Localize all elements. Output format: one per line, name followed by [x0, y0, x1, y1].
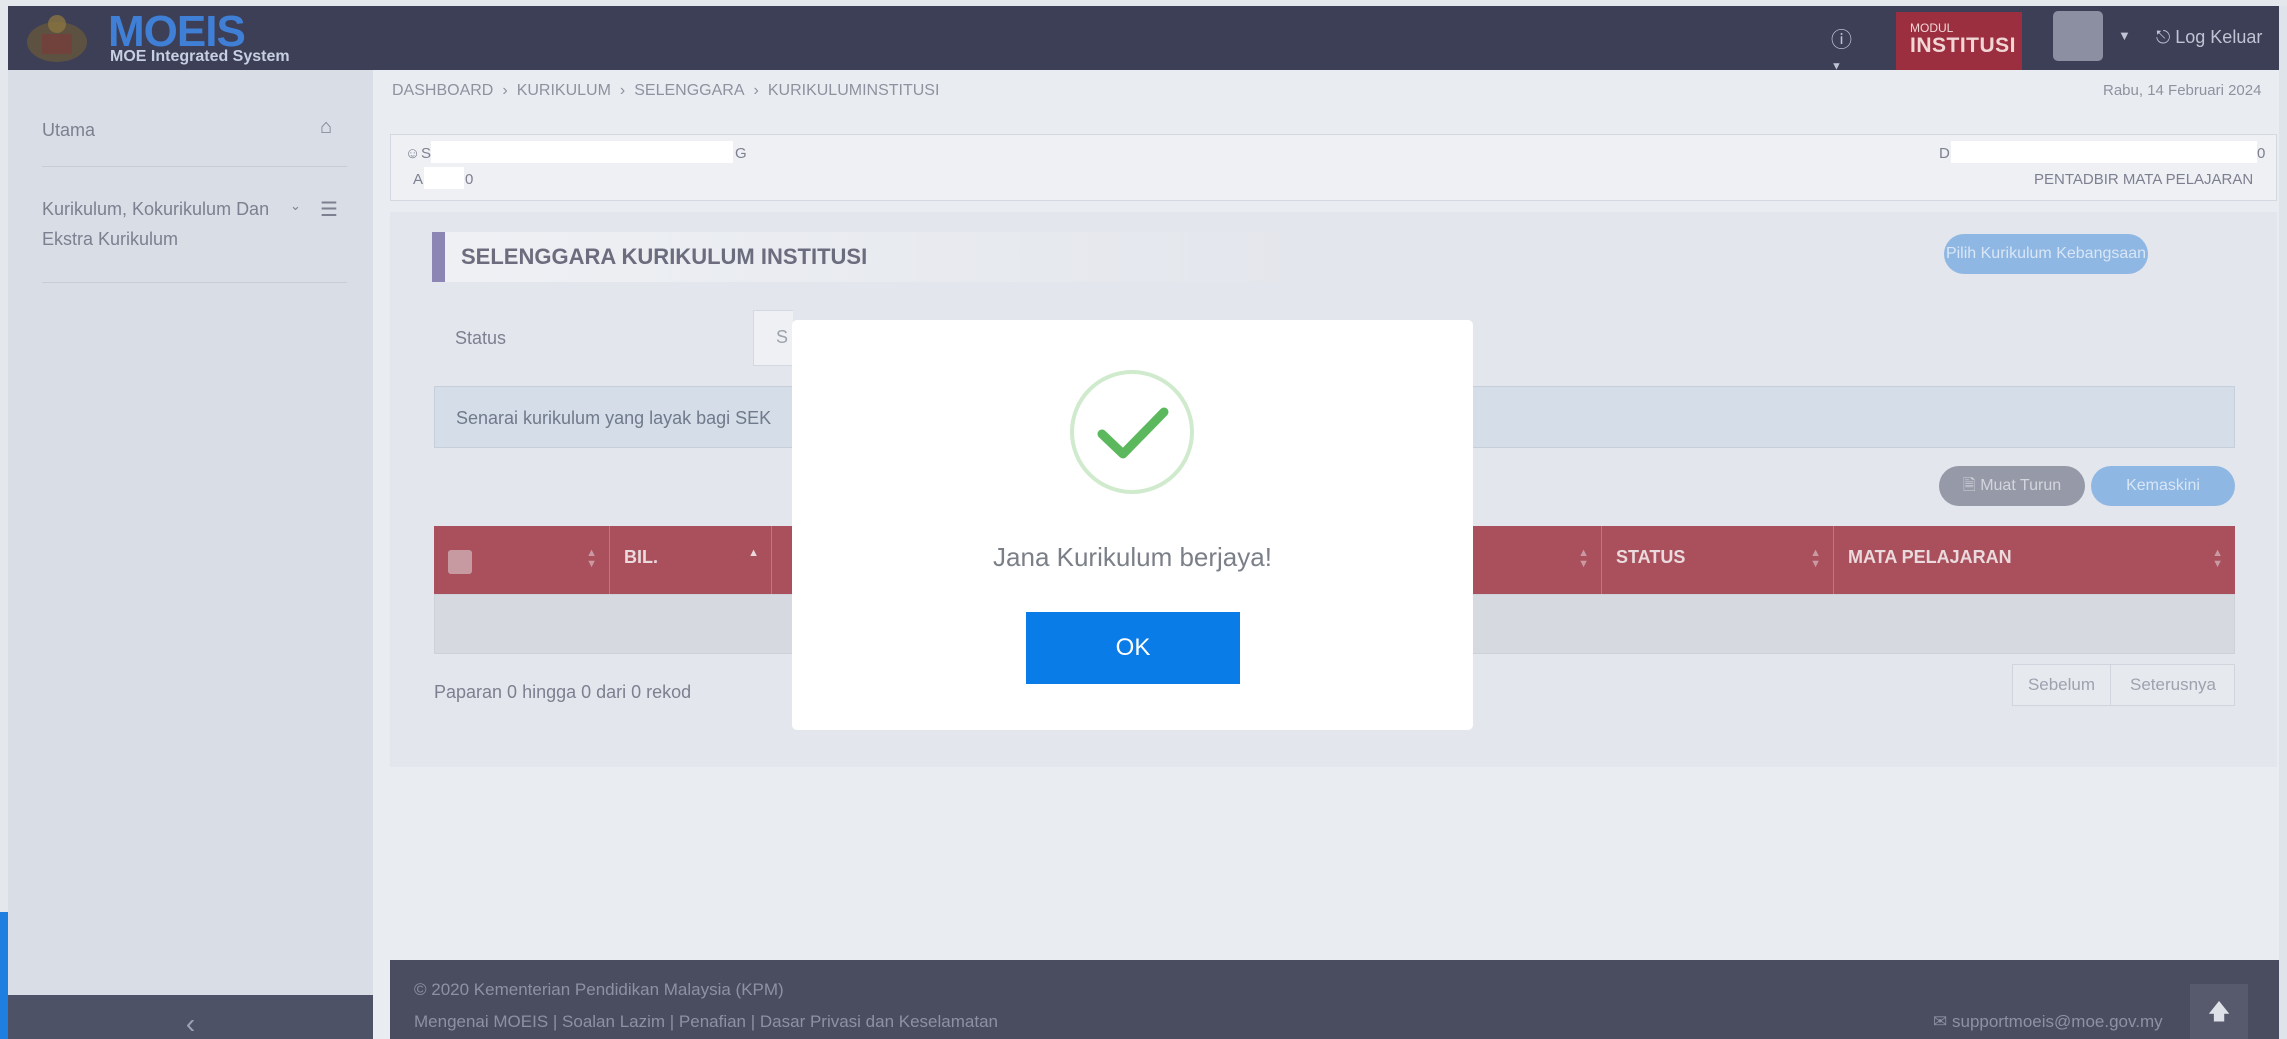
breadcrumb-separator-icon: ›: [619, 82, 626, 99]
chevron-down-icon: ▼: [1831, 60, 1842, 73]
question-circle-icon: ⓘ: [1831, 29, 1852, 52]
sidebar: Utama ⌂ Kurikulum, Kokurikulum Dan Ekstr…: [8, 70, 373, 1039]
sidebar-item-label: Utama: [42, 120, 96, 140]
modul-name: INSTITUSI: [1910, 34, 2017, 57]
sidebar-item-label-line2: Ekstra Kurikulum: [42, 229, 179, 249]
sort-asc-icon: ▲: [748, 547, 759, 559]
success-dialog: Jana Kurikulum berjaya! OK: [792, 320, 1473, 730]
envelope-icon: ✉: [1933, 1012, 1948, 1031]
file-download-icon: 🗎: [1962, 477, 1976, 494]
chevron-down-icon[interactable]: ▼: [2118, 28, 2131, 43]
muat-turun-label: Muat Turun: [1980, 477, 2062, 494]
kemaskini-button[interactable]: Kemaskini: [2091, 466, 2235, 506]
pagination: Sebelum Seterusnya: [2012, 664, 2235, 706]
column-header-label: STATUS: [1616, 547, 1686, 567]
column-header-status[interactable]: STATUS ▲ ▼: [1602, 526, 1834, 594]
pagination-next[interactable]: Seterusnya: [2111, 665, 2235, 705]
arrow-up-icon: 🡅: [2207, 999, 2231, 1024]
redacted-user-id: [424, 167, 464, 189]
user-info-box: ☺ S G A 0 D 0 PENTADBIR MATA PELAJARAN: [390, 134, 2277, 201]
sort-icon: ▲ ▼: [2212, 547, 2223, 570]
sidebar-item-kurikulum[interactable]: Kurikulum, Kokurikulum Dan Ekstra Kuriku…: [42, 194, 269, 254]
column-header-label: BIL.: [624, 547, 658, 567]
sidebar-divider: [42, 166, 347, 167]
footer: © 2020 Kementerian Pendidikan Malaysia (…: [390, 960, 2279, 1039]
chevron-left-icon: ‹: [185, 1008, 196, 1039]
jata-negara-logo: [27, 15, 87, 62]
chevron-down-icon: ⌄: [290, 198, 301, 213]
dialog-message: Jana Kurikulum berjaya!: [993, 542, 1272, 572]
breadcrumb-dashboard[interactable]: DASHBOARD: [392, 82, 493, 99]
sidebar-collapse-button[interactable]: ‹: [8, 995, 373, 1039]
select-all-column[interactable]: ▲ ▼: [434, 526, 610, 594]
user-name-start: S: [421, 145, 432, 162]
school-name-start: D: [1939, 145, 1950, 162]
top-navbar: MOEIS MOE Integrated System ⓘ ▼ MODUL IN…: [8, 6, 2279, 72]
footer-links[interactable]: Mengenai MOEIS | Soalan Lazim | Penafian…: [414, 1012, 998, 1032]
column-header-label: MATA PELAJARAN: [1848, 547, 2012, 567]
column-header-mata-pelajaran[interactable]: MATA PELAJARAN ▲ ▼: [1834, 526, 2235, 594]
redacted-user-name: [431, 141, 733, 163]
sidebar-item-label-line1: Kurikulum, Kokurikulum Dan: [42, 199, 270, 219]
avatar[interactable]: [2053, 11, 2103, 61]
list-icon: ☰: [320, 199, 338, 221]
breadcrumb-separator-icon: ›: [502, 82, 508, 99]
breadcrumb-separator-icon: ›: [753, 82, 759, 99]
user-id-end: 0: [465, 171, 474, 188]
page-title: SELENGGARA KURIKULUM INSTITUSI: [432, 232, 1312, 282]
success-check-icon: [1070, 370, 1194, 494]
footer-email[interactable]: ✉ supportmoeis@moe.gov.my: [1933, 1012, 2163, 1032]
user-role: PENTADBIR MATA PELAJARAN: [2034, 171, 2254, 188]
sort-icon: ▲ ▼: [586, 547, 597, 570]
ok-button[interactable]: OK: [1026, 612, 1240, 684]
breadcrumb-selenggara[interactable]: SELENGGARA: [634, 82, 744, 99]
user-id-start: A: [413, 171, 424, 188]
modul-label: MODUL: [1910, 21, 1954, 35]
breadcrumb-kurikulum[interactable]: KURIKULUM: [517, 82, 611, 99]
status-select[interactable]: S: [753, 310, 793, 366]
muat-turun-button[interactable]: 🗎 Muat Turun: [1939, 466, 2085, 506]
footer-email-label: supportmoeis@moe.gov.my: [1951, 1012, 2163, 1031]
column-header-bil[interactable]: BIL. ▲: [610, 526, 772, 594]
select-all-checkbox[interactable]: [448, 550, 472, 574]
home-icon: ⌂: [320, 116, 333, 138]
logout-icon: ⎋: [2156, 27, 2171, 47]
sort-icon: ▲ ▼: [1810, 547, 1821, 570]
breadcrumb-current: KURIKULUMINSTITUSI: [767, 82, 940, 99]
table-info: Paparan 0 hingga 0 dari 0 rekod: [434, 682, 692, 702]
logout-label: Log Keluar: [2175, 27, 2263, 47]
footer-copyright: © 2020 Kementerian Pendidikan Malaysia (…: [414, 980, 784, 999]
pilih-kurikulum-kebangsaan-button[interactable]: Pilih Kurikulum Kebangsaan: [1944, 234, 2148, 274]
desktop-background-corner: [0, 912, 8, 1039]
modul-badge[interactable]: MODUL INSTITUSI: [1896, 12, 2022, 70]
app-page: MOEIS MOE Integrated System ⓘ ▼ MODUL IN…: [8, 6, 2279, 1039]
pagination-prev[interactable]: Sebelum: [2013, 665, 2111, 705]
brand-subtitle: MOE Integrated System: [110, 48, 290, 65]
status-select-value: S: [776, 327, 789, 347]
check-mark-icon: [1097, 407, 1169, 459]
breadcrumb: DASHBOARD › KURIKULUM › SELENGGARA › KURIKULUM…: [392, 82, 939, 100]
school-name-end: 0: [2257, 145, 2266, 162]
status-filter-label: Status: [455, 328, 507, 348]
sidebar-item-utama[interactable]: Utama: [42, 115, 95, 145]
current-date: Rabu, 14 Februari 2024: [2103, 82, 2262, 99]
sidebar-divider: [42, 282, 347, 283]
help-menu[interactable]: ⓘ ▼: [1831, 24, 1867, 72]
redacted-school-name: [1951, 141, 2257, 163]
scroll-to-top-button[interactable]: 🡅: [2190, 984, 2248, 1039]
user-icon: ☺: [405, 145, 421, 162]
screen-edge-left: [0, 0, 8, 1039]
logout-link[interactable]: ⎋ Log Keluar: [2156, 27, 2262, 48]
user-name-end: G: [735, 145, 747, 162]
sort-icon: ▲ ▼: [1578, 547, 1589, 570]
